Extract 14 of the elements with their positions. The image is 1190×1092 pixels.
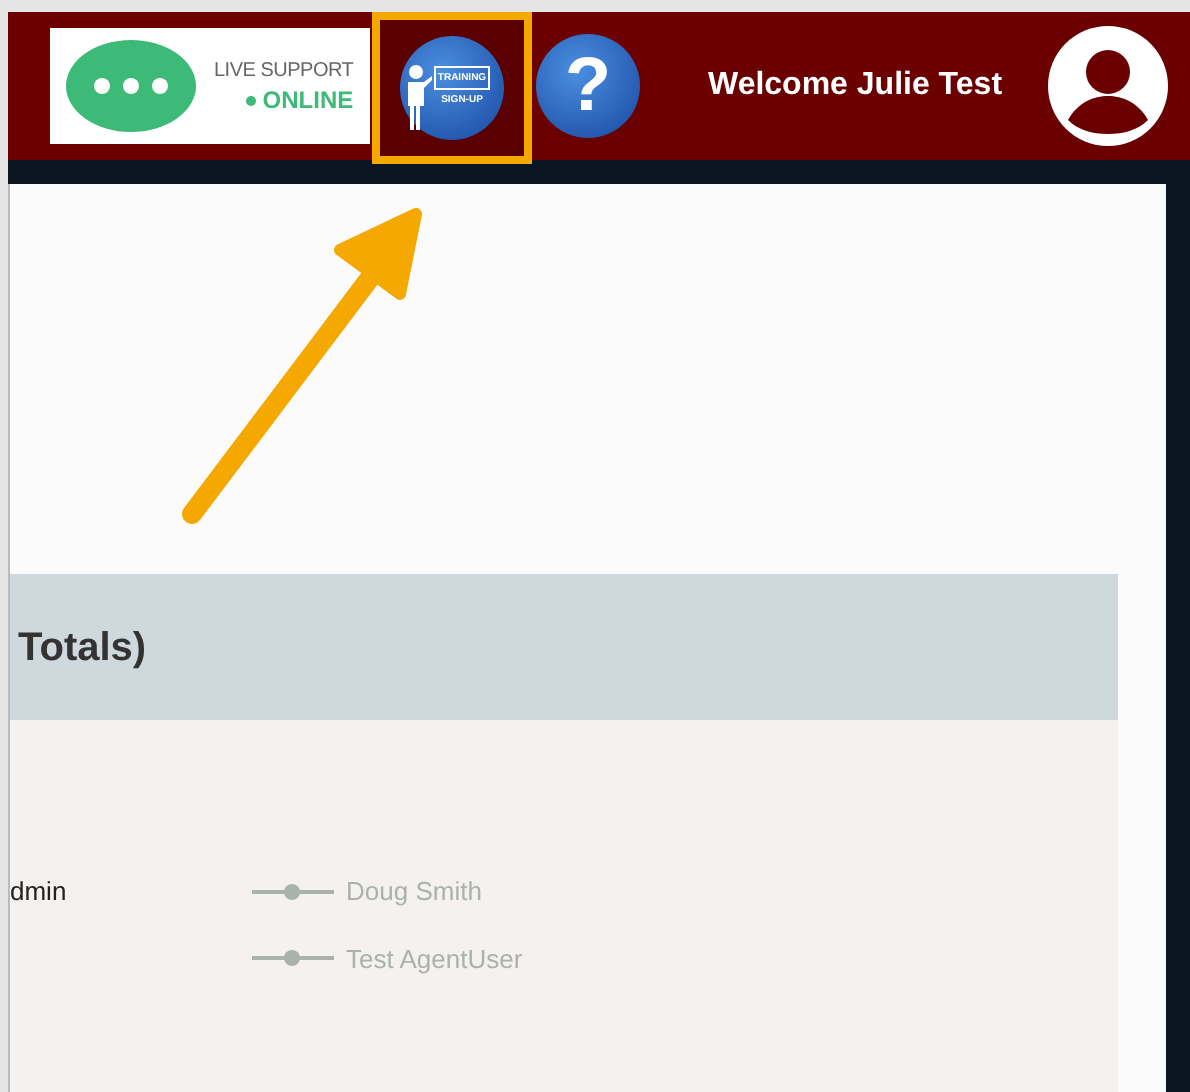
online-status: ONLINE xyxy=(262,86,354,116)
welcome-text: Welcome Julie Test xyxy=(708,66,1003,106)
panel-title: Totals) xyxy=(18,623,147,673)
line-marker-icon xyxy=(252,950,334,967)
legend-label: Test AgentUser xyxy=(346,941,523,978)
chat-bubble-icon xyxy=(66,40,196,132)
legend-label: Doug Smith xyxy=(346,874,482,910)
live-support-label: LIVE SUPPORT xyxy=(214,58,354,86)
line-marker-icon xyxy=(252,883,334,900)
help-button[interactable]: ? xyxy=(536,34,640,138)
presenter-icon xyxy=(404,64,432,132)
live-support-panel[interactable]: LIVE SUPPORT ONLINE xyxy=(50,28,370,144)
row-label: dmin xyxy=(10,874,69,910)
user-avatar-icon[interactable] xyxy=(1048,26,1169,146)
